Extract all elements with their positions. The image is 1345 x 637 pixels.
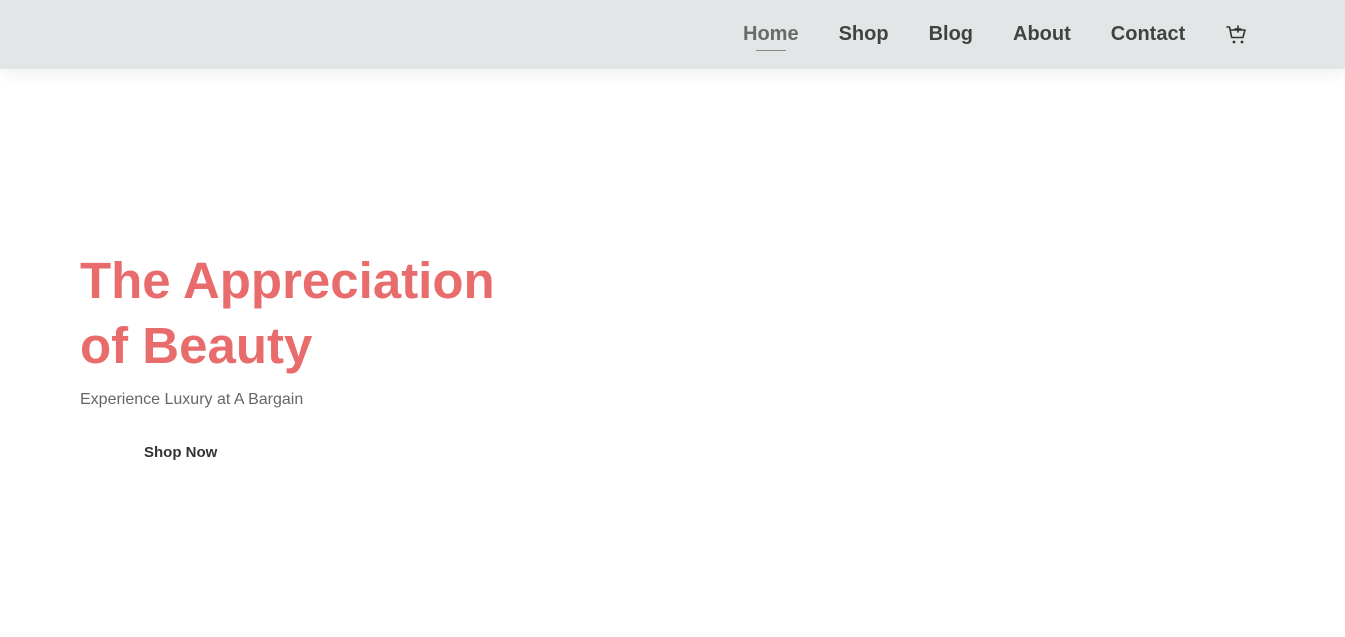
- nav-item-blog: Blog: [909, 23, 993, 46]
- nav-link-blog[interactable]: Blog: [929, 23, 973, 46]
- top-navbar: Home Shop Blog About Contact: [0, 0, 1345, 69]
- nav-item-about: About: [993, 23, 1091, 46]
- nav-menu: Home Shop Blog About Contact: [723, 0, 1269, 69]
- nav-link-about[interactable]: About: [1013, 23, 1071, 46]
- nav-link-home[interactable]: Home: [743, 23, 799, 51]
- shopping-cart-add-icon[interactable]: [1225, 23, 1249, 47]
- nav-item-cart: [1205, 23, 1269, 47]
- nav-link-contact[interactable]: Contact: [1111, 23, 1185, 46]
- shop-now-button[interactable]: Shop Now: [144, 444, 217, 461]
- hero-subtitle: Experience Luxury at A Bargain: [80, 391, 304, 408]
- nav-item-shop: Shop: [819, 23, 909, 46]
- nav-item-contact: Contact: [1091, 23, 1205, 46]
- nav-link-shop[interactable]: Shop: [839, 23, 889, 46]
- nav-item-home: Home: [723, 23, 819, 51]
- hero-title: The Appreciation of Beauty: [80, 252, 495, 374]
- hero-section: The Appreciation of Beauty Experience Lu…: [80, 248, 600, 462]
